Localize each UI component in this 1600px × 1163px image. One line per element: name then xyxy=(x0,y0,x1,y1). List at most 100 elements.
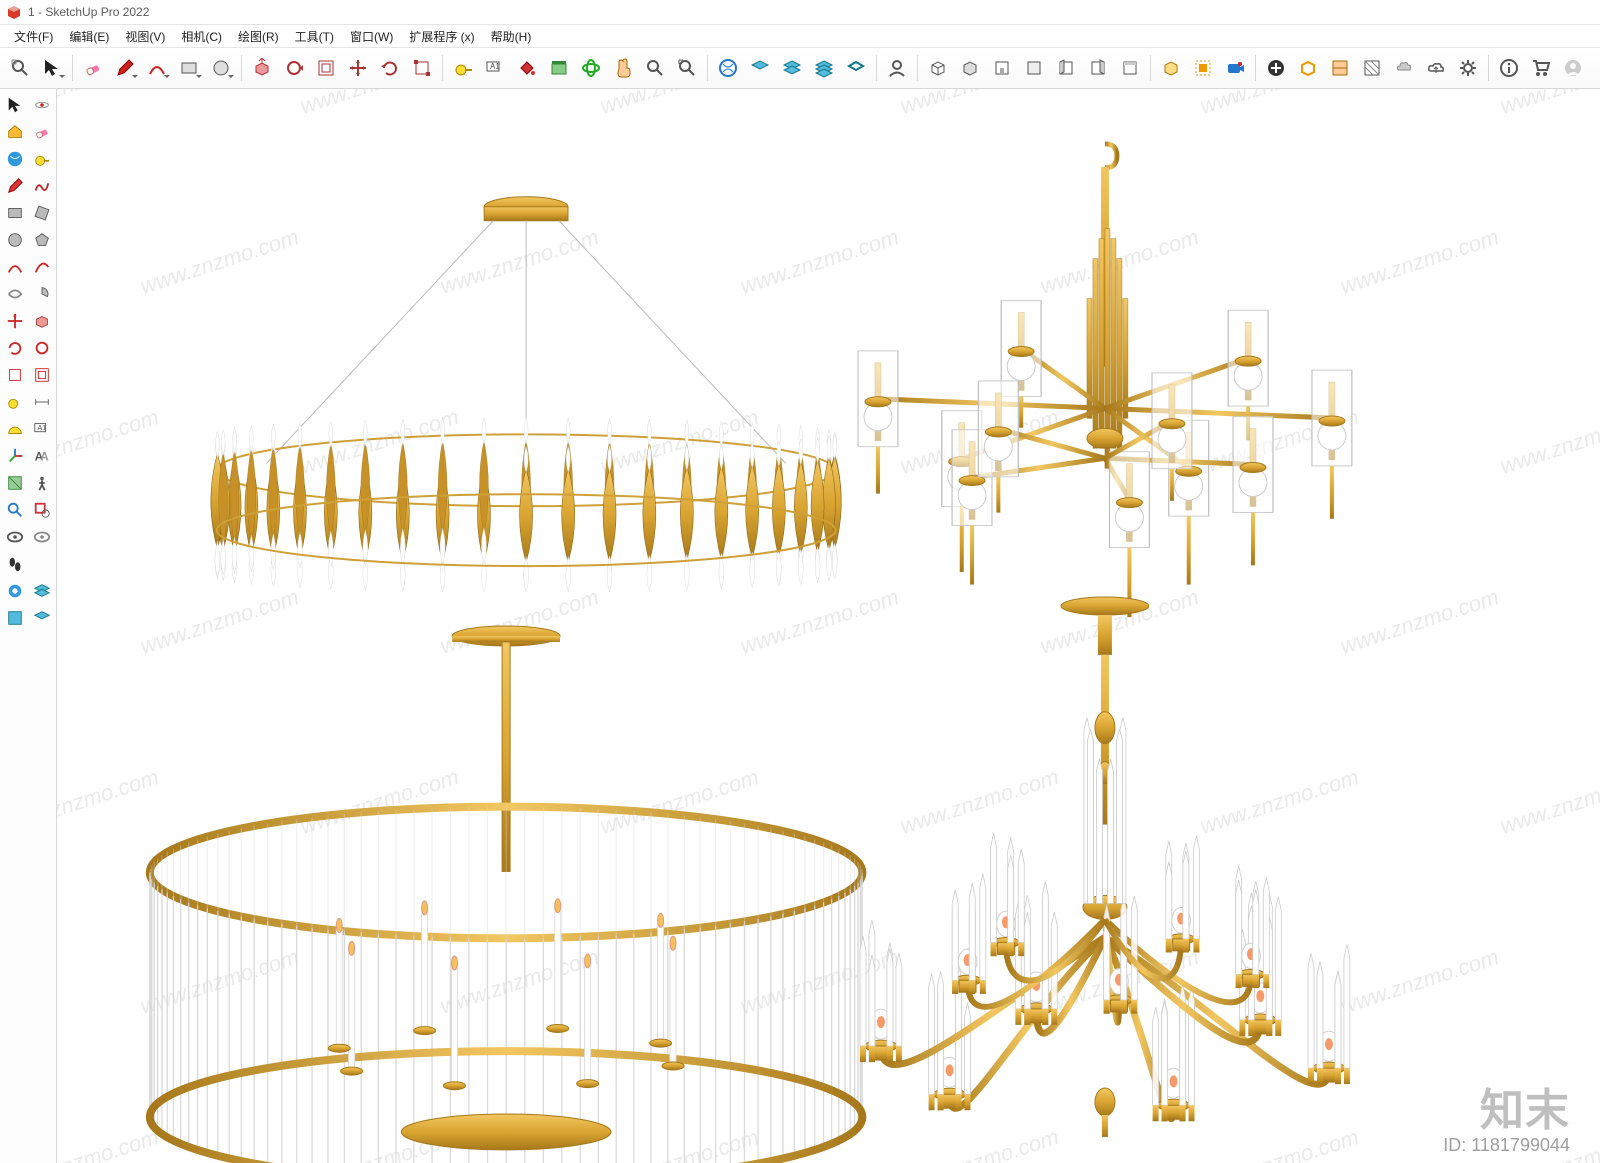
box-view-icon[interactable] xyxy=(954,52,986,84)
style-cube-icon[interactable] xyxy=(1292,52,1324,84)
top-view-icon[interactable] xyxy=(1114,52,1146,84)
tape-measure-icon[interactable] xyxy=(447,52,479,84)
toolbar-separator xyxy=(1488,55,1489,81)
threept-arc-icon[interactable] xyxy=(1,280,28,307)
select-tool-icon[interactable] xyxy=(36,52,68,84)
extension4-icon[interactable] xyxy=(28,604,55,631)
place-component-icon[interactable] xyxy=(543,52,575,84)
move-red-icon[interactable] xyxy=(1,307,28,334)
rectangle2-icon[interactable] xyxy=(1,199,28,226)
extension3-icon[interactable] xyxy=(1,604,28,631)
dimensions-icon[interactable] xyxy=(28,388,55,415)
circle2-icon[interactable] xyxy=(1,226,28,253)
make-unique-icon[interactable] xyxy=(1155,52,1187,84)
followme-red-icon[interactable] xyxy=(28,334,55,361)
menu-draw[interactable]: 绘图(R) xyxy=(230,26,287,47)
settings-gear-icon[interactable] xyxy=(1452,52,1484,84)
circle-tool-icon[interactable] xyxy=(205,52,237,84)
left-view-icon[interactable] xyxy=(1050,52,1082,84)
model-viewport[interactable]: www.znzmo.comwww.znzmo.comwww.znzmo.comw… xyxy=(57,89,1600,1163)
offset-tool-icon[interactable] xyxy=(310,52,342,84)
back-view-icon[interactable] xyxy=(1018,52,1050,84)
lookaround-icon[interactable] xyxy=(1,523,28,550)
menu-help[interactable]: 帮助(H) xyxy=(483,26,540,47)
user-account-icon[interactable] xyxy=(1557,52,1589,84)
section-cut2-icon[interactable] xyxy=(1356,52,1388,84)
rotate-red-icon[interactable] xyxy=(1,334,28,361)
tape-yellow-icon[interactable] xyxy=(1,388,28,415)
right-view-icon[interactable] xyxy=(1082,52,1114,84)
walk-icon[interactable] xyxy=(28,469,55,496)
house-wireframe-icon[interactable] xyxy=(1,118,28,145)
menu-camera[interactable]: 相机(C) xyxy=(173,26,230,47)
scale-red-icon[interactable] xyxy=(1,361,28,388)
freehand-icon[interactable] xyxy=(28,172,55,199)
menu-tools[interactable]: 工具(T) xyxy=(287,26,342,47)
blank-icon[interactable] xyxy=(28,550,55,577)
left-toolbar: A1AA xyxy=(0,89,57,1163)
camera-record-icon[interactable] xyxy=(1219,52,1251,84)
footprints-icon[interactable] xyxy=(1,550,28,577)
section-cut1-icon[interactable] xyxy=(1324,52,1356,84)
fog-icon[interactable] xyxy=(1388,52,1420,84)
tape-measure2-icon[interactable] xyxy=(28,145,55,172)
zoom-tool-icon[interactable] xyxy=(639,52,671,84)
pencil-red-icon[interactable] xyxy=(1,172,28,199)
select-arrow-icon[interactable] xyxy=(1,91,28,118)
position-camera-icon[interactable] xyxy=(28,523,55,550)
layers-panel4-icon[interactable] xyxy=(840,52,872,84)
text2-icon[interactable]: A1 xyxy=(28,415,55,442)
front-view-icon[interactable] xyxy=(986,52,1018,84)
layers-panel3-icon[interactable] xyxy=(808,52,840,84)
followme-tool-icon[interactable] xyxy=(278,52,310,84)
zoom-extents-icon[interactable] xyxy=(671,52,703,84)
move-tool-icon[interactable] xyxy=(342,52,374,84)
toolbar-separator xyxy=(72,55,73,81)
cloud-upload-icon[interactable] xyxy=(1420,52,1452,84)
pie-arc-icon[interactable] xyxy=(28,280,55,307)
pan-zoom-icon[interactable] xyxy=(1,496,28,523)
paint-bucket-icon[interactable] xyxy=(511,52,543,84)
arc-red-icon[interactable] xyxy=(1,253,28,280)
axes-icon[interactable] xyxy=(1,442,28,469)
menu-file[interactable]: 文件(F) xyxy=(6,26,61,47)
offset-red-icon[interactable] xyxy=(28,361,55,388)
cart-icon[interactable] xyxy=(1525,52,1557,84)
orbit-tool-icon[interactable] xyxy=(575,52,607,84)
polygon-icon[interactable] xyxy=(28,226,55,253)
section-plane-icon[interactable] xyxy=(1,469,28,496)
menu-window[interactable]: 窗口(W) xyxy=(342,26,401,47)
twopt-arc-icon[interactable] xyxy=(28,253,55,280)
extension1-icon[interactable] xyxy=(1,577,28,604)
extension2-icon[interactable] xyxy=(28,577,55,604)
pushpull-tool-icon[interactable] xyxy=(246,52,278,84)
3dtext-icon[interactable]: AA xyxy=(28,442,55,469)
layers-panel-icon[interactable] xyxy=(744,52,776,84)
layers-panel2-icon[interactable] xyxy=(776,52,808,84)
menu-extensions[interactable]: 扩展程序 (x) xyxy=(401,26,482,47)
profile-login-icon[interactable] xyxy=(881,52,913,84)
rectangle-tool-icon[interactable] xyxy=(173,52,205,84)
warehouse-online-icon[interactable] xyxy=(712,52,744,84)
text-label-icon[interactable]: A1 xyxy=(479,52,511,84)
protractor-icon[interactable] xyxy=(1,415,28,442)
push-red-icon[interactable] xyxy=(28,307,55,334)
add-plus-icon[interactable] xyxy=(1260,52,1292,84)
menu-edit[interactable]: 编辑(E) xyxy=(61,26,117,47)
zoom-fit-icon[interactable] xyxy=(4,52,36,84)
menu-view[interactable]: 视图(V) xyxy=(117,26,173,47)
orbit-axis-icon[interactable] xyxy=(28,91,55,118)
arc-tool-icon[interactable] xyxy=(141,52,173,84)
iso-view-icon[interactable] xyxy=(922,52,954,84)
warehouse-3d-icon[interactable] xyxy=(1,145,28,172)
info-circle-icon[interactable] xyxy=(1493,52,1525,84)
zoom-window-icon[interactable] xyxy=(28,496,55,523)
rotate-tool-icon[interactable] xyxy=(374,52,406,84)
pan-tool-icon[interactable] xyxy=(607,52,639,84)
eraser2-tool-icon[interactable] xyxy=(28,118,55,145)
pencil-line-icon[interactable] xyxy=(109,52,141,84)
scale-tool-icon[interactable] xyxy=(406,52,438,84)
bounding-box-icon[interactable] xyxy=(1187,52,1219,84)
rotated-rect-icon[interactable] xyxy=(28,199,55,226)
eraser-tool-icon[interactable] xyxy=(77,52,109,84)
